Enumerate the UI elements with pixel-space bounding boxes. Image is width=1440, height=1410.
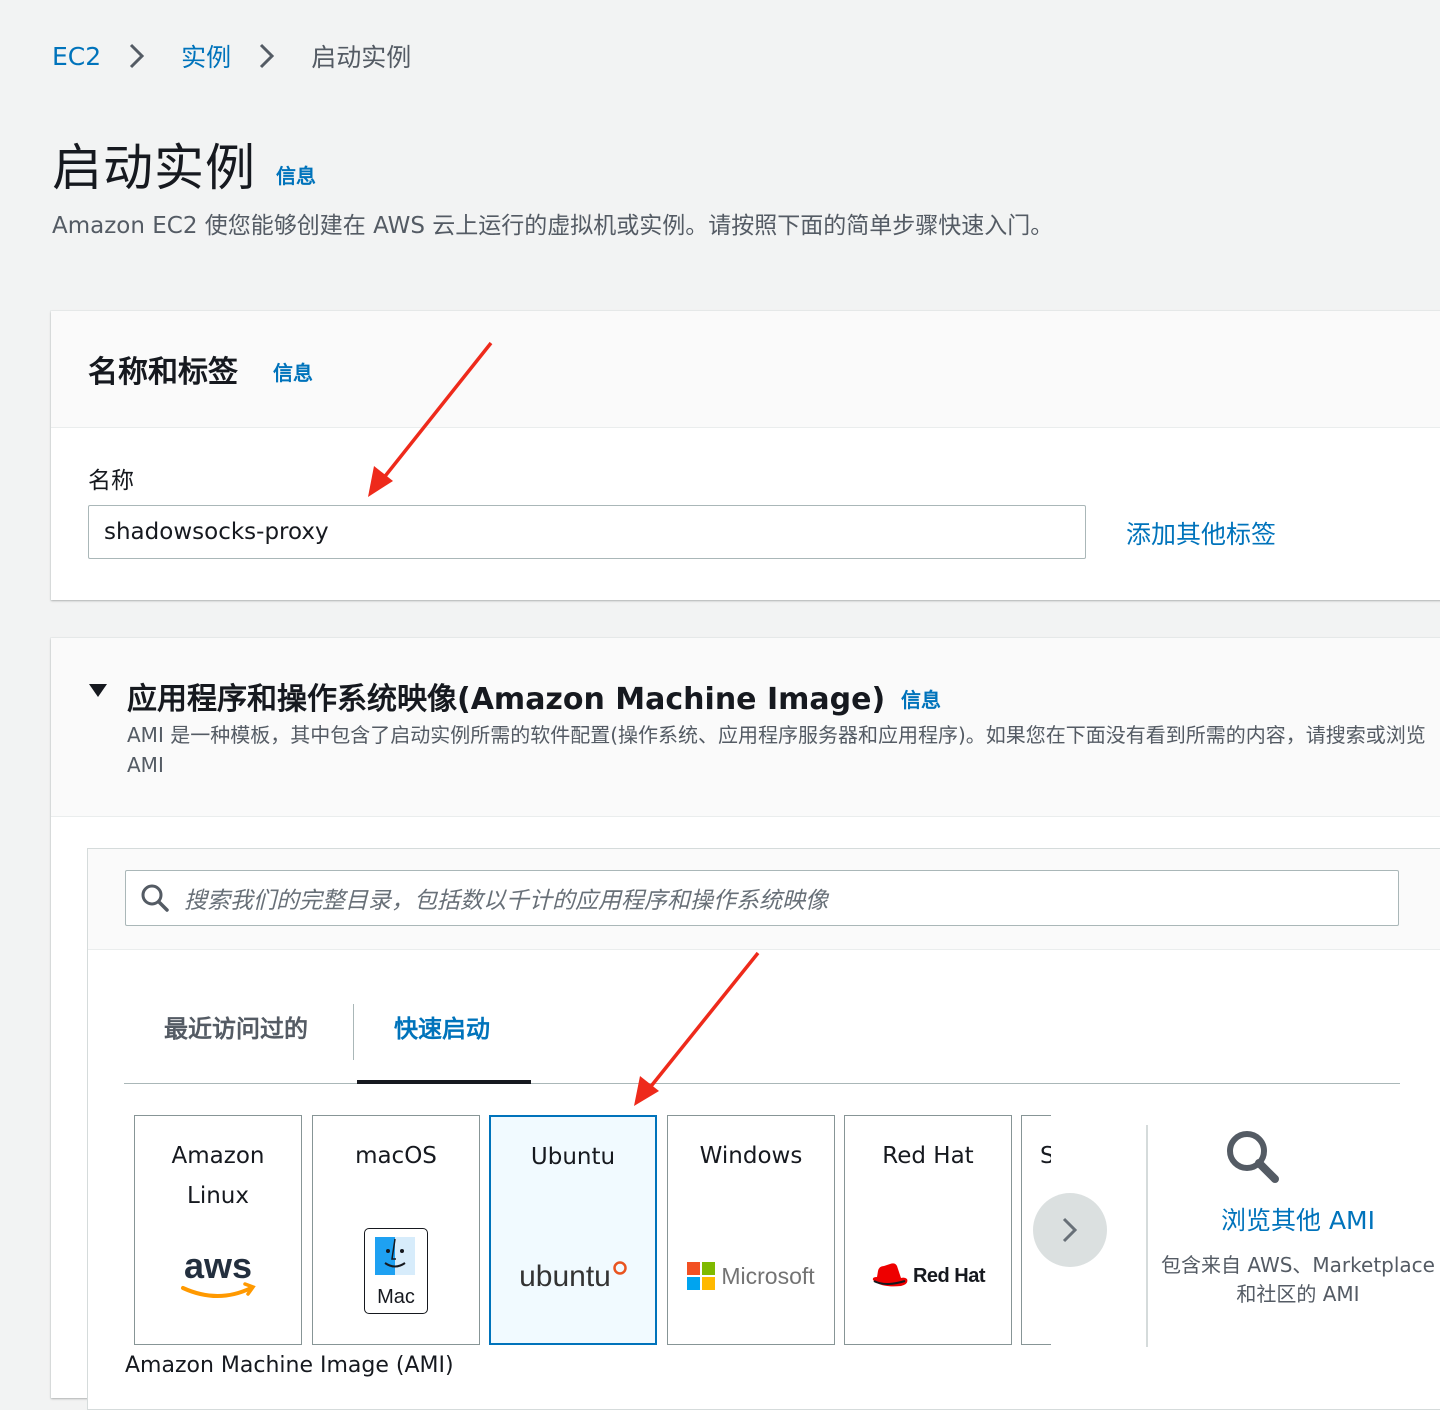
annotation-arrows (368, 341, 760, 1106)
annotation-arrow-icon (368, 341, 493, 497)
annotation-arrow-icon (634, 951, 760, 1106)
